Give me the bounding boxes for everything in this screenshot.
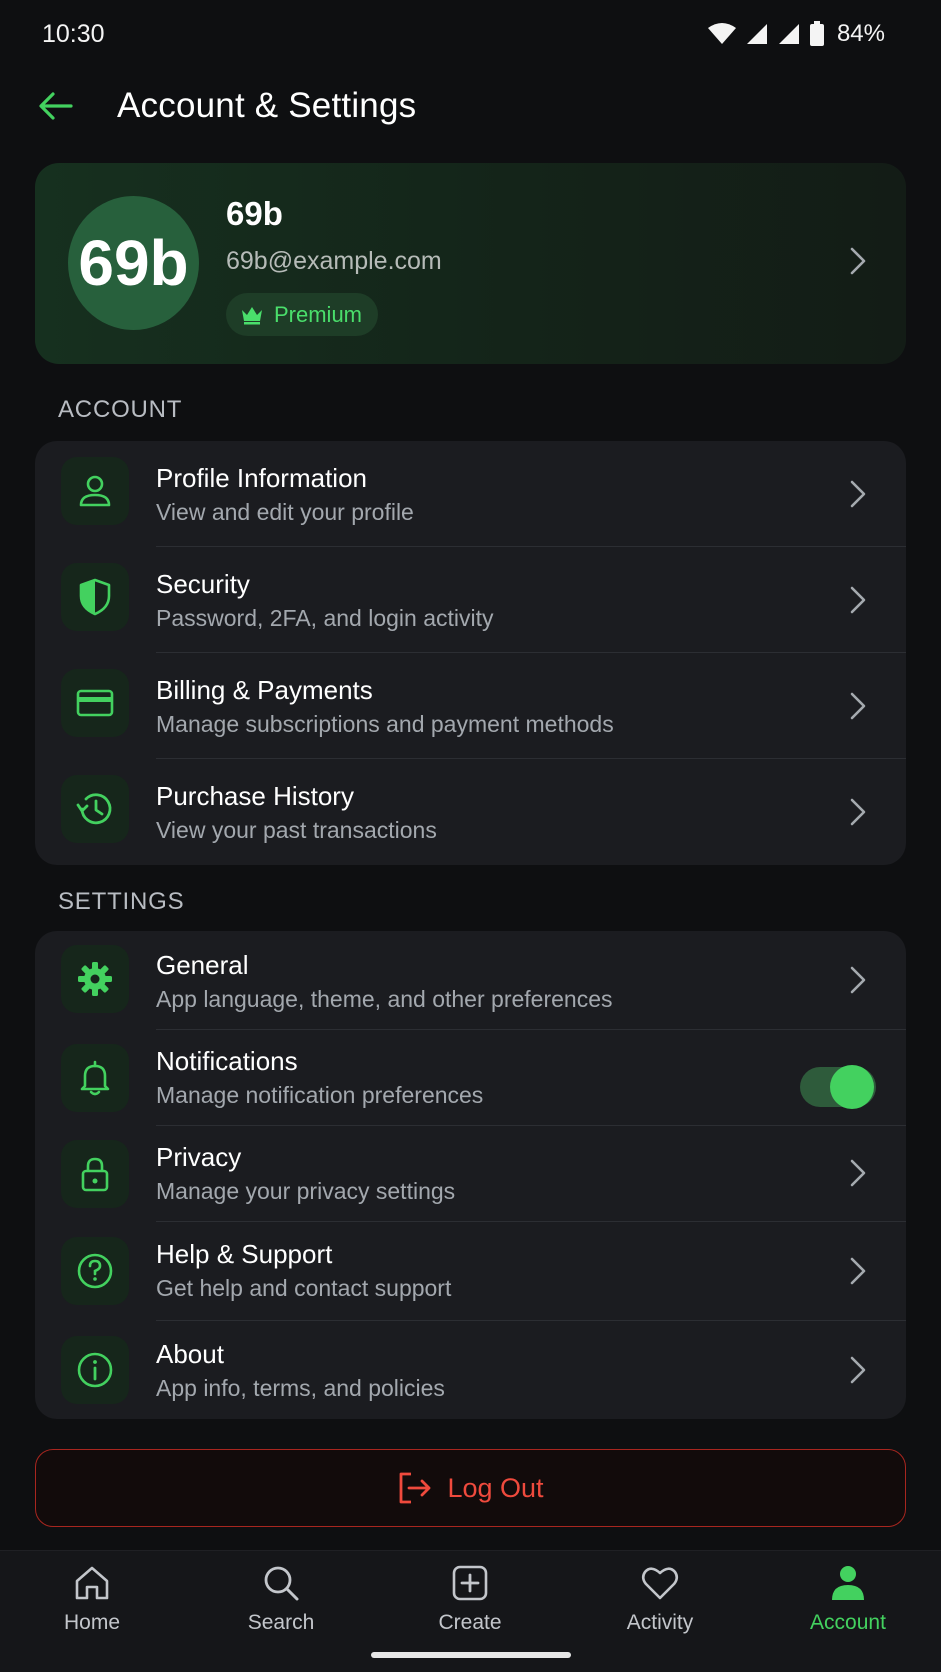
help-icon	[61, 1237, 129, 1305]
row-title: General	[156, 950, 249, 980]
credit-card-icon	[61, 669, 129, 737]
person-icon	[61, 457, 129, 525]
row-title: Security	[156, 569, 250, 599]
list-item-help-support[interactable]: Help & Support Get help and contact supp…	[35, 1222, 906, 1321]
signal-icon	[745, 22, 769, 46]
page-title: Account & Settings	[117, 86, 417, 125]
chevron-right-icon	[848, 1354, 868, 1391]
row-subtitle: App info, terms, and policies	[156, 1375, 445, 1401]
notifications-toggle[interactable]	[800, 1065, 876, 1109]
nav-item-create[interactable]: Create	[405, 1563, 535, 1653]
row-title: Privacy	[156, 1142, 242, 1172]
row-subtitle: View your past transactions	[156, 817, 437, 843]
status-time: 10:30	[42, 20, 105, 48]
signal-icon-2	[777, 22, 801, 46]
bell-icon	[61, 1044, 129, 1112]
arrow-left-icon	[39, 92, 73, 120]
nav-label: Account	[810, 1611, 886, 1634]
nav-item-account[interactable]: Account	[783, 1563, 913, 1653]
nav-label: Home	[63, 1611, 121, 1634]
app-header: Account & Settings	[0, 70, 941, 142]
wifi-icon	[707, 22, 737, 46]
status-icons: 84%	[707, 20, 885, 48]
list-item-purchase-history[interactable]: Purchase History View your past transact…	[35, 759, 906, 865]
info-icon	[61, 1336, 129, 1404]
history-icon	[61, 775, 129, 843]
premium-badge: Premium	[226, 293, 379, 336]
chevron-right-icon	[848, 478, 868, 515]
chevron-right-icon	[848, 690, 868, 727]
chevron-right-icon	[848, 796, 868, 833]
account-settings-screen: 10:30 84% Account & Settings 69b 69b 69b…	[0, 0, 941, 1672]
toggle-knob	[830, 1065, 874, 1109]
account-list: Profile Information View and edit your p…	[35, 441, 906, 865]
gear-icon	[61, 945, 129, 1013]
nav-item-home[interactable]: Home	[27, 1563, 157, 1653]
logout-label: Log Out	[447, 1472, 544, 1503]
list-item-general[interactable]: General App language, theme, and other p…	[35, 931, 906, 1030]
back-button[interactable]	[34, 84, 78, 128]
profile-name: 69b	[226, 195, 283, 232]
row-subtitle: Manage notification preferences	[156, 1082, 484, 1108]
row-title: Notifications	[156, 1046, 298, 1076]
account-icon	[832, 1566, 864, 1600]
row-title: Profile Information	[156, 463, 367, 493]
lock-icon	[61, 1140, 129, 1208]
home-indicator	[371, 1652, 571, 1658]
chevron-right-icon	[848, 245, 868, 282]
row-title: About	[156, 1339, 224, 1369]
row-subtitle: Get help and contact support	[156, 1275, 452, 1301]
profile-email: 69b@example.com	[226, 247, 442, 275]
search-icon	[264, 1566, 299, 1601]
list-item-billing-payments[interactable]: Billing & Payments Manage subscriptions …	[35, 653, 906, 759]
shield-icon	[61, 563, 129, 631]
profile-card[interactable]: 69b 69b 69b@example.com Premium	[35, 163, 906, 364]
battery-icon	[809, 21, 825, 47]
row-subtitle: Manage subscriptions and payment methods	[156, 711, 614, 737]
chevron-right-icon	[848, 1255, 868, 1292]
list-item-profile-information[interactable]: Profile Information View and edit your p…	[35, 441, 906, 547]
chevron-right-icon	[848, 964, 868, 1001]
logout-button[interactable]: Log Out	[35, 1449, 906, 1527]
logout-icon	[400, 1472, 431, 1504]
chevron-right-icon	[848, 1157, 868, 1194]
crown-icon	[242, 306, 262, 324]
battery-percentage: 84%	[836, 20, 885, 47]
status-bar: 10:30 84%	[0, 0, 941, 70]
avatar: 69b	[68, 196, 199, 330]
home-icon	[75, 1566, 109, 1600]
nav-label: Search	[247, 1611, 315, 1634]
nav-item-activity[interactable]: Activity	[595, 1563, 725, 1653]
chevron-right-icon	[848, 584, 868, 621]
list-item-notifications[interactable]: Notifications Manage notification prefer…	[35, 1030, 906, 1126]
list-item-security[interactable]: Security Password, 2FA, and login activi…	[35, 547, 906, 653]
heart-icon	[641, 1567, 679, 1600]
create-icon	[452, 1565, 488, 1601]
section-label-account: ACCOUNT	[58, 396, 183, 423]
row-subtitle: App language, theme, and other preferenc…	[156, 986, 613, 1012]
nav-label: Activity	[626, 1611, 694, 1634]
settings-list: General App language, theme, and other p…	[35, 931, 906, 1419]
list-item-about[interactable]: About App info, terms, and policies	[35, 1321, 906, 1419]
premium-label: Premium	[274, 301, 363, 327]
nav-label: Create	[438, 1611, 502, 1634]
row-subtitle: View and edit your profile	[156, 499, 414, 525]
row-title: Purchase History	[156, 781, 354, 811]
row-title: Help & Support	[156, 1239, 333, 1269]
row-title: Billing & Payments	[156, 675, 373, 705]
section-label-settings: SETTINGS	[58, 888, 185, 915]
row-subtitle: Manage your privacy settings	[156, 1178, 456, 1204]
list-item-privacy[interactable]: Privacy Manage your privacy settings	[35, 1126, 906, 1222]
nav-item-search[interactable]: Search	[216, 1563, 346, 1653]
row-subtitle: Password, 2FA, and login activity	[156, 605, 494, 631]
